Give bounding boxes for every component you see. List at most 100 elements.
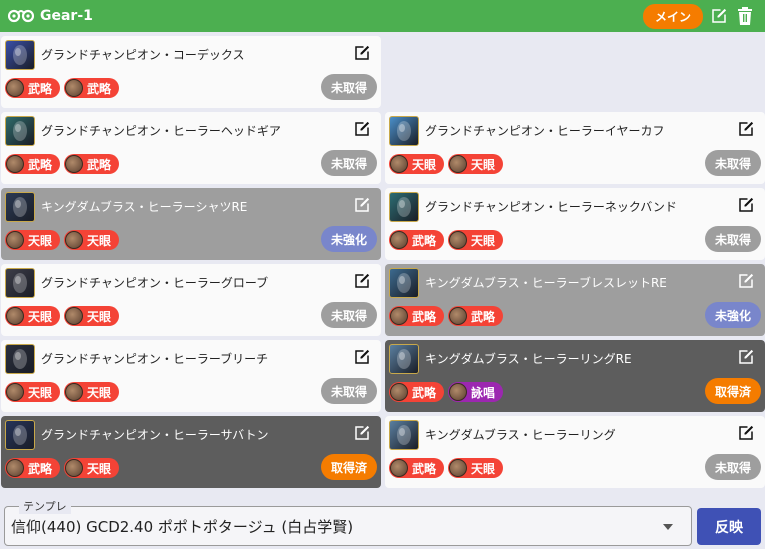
- acquisition-status-badge[interactable]: 未強化: [320, 226, 377, 252]
- materia-icon: [390, 383, 408, 401]
- materia-slots: 武略 詠唱: [389, 382, 504, 402]
- edit-gear-icon[interactable]: [737, 196, 755, 214]
- acquisition-status-badge[interactable]: 未強化: [704, 302, 761, 328]
- materia-icon: [6, 307, 24, 325]
- acquisition-status-badge[interactable]: 未取得: [320, 302, 377, 328]
- acquisition-status-badge[interactable]: 未取得: [320, 378, 377, 404]
- materia-chip[interactable]: 天眼: [64, 382, 120, 402]
- materia-icon: [390, 231, 408, 249]
- acquisition-status-badge[interactable]: 未取得: [704, 454, 761, 480]
- materia-label: 天眼: [87, 233, 112, 248]
- materia-chip[interactable]: 武略: [389, 230, 445, 250]
- materia-chip[interactable]: 天眼: [448, 458, 504, 478]
- gear-name: グランドチャンピオン・ヒーラーイヤーカフ: [425, 124, 665, 138]
- materia-chip[interactable]: 天眼: [448, 154, 504, 174]
- edit-gear-icon[interactable]: [353, 120, 371, 138]
- materia-slots: 武略 天眼: [5, 458, 120, 478]
- materia-icon: [6, 155, 24, 173]
- edit-gear-icon[interactable]: [353, 44, 371, 62]
- gear-card[interactable]: グランドチャンピオン・ヒーラーネックバンド 武略 天眼 未取得: [385, 188, 765, 260]
- template-select[interactable]: テンプレ 信仰(440) GCD2.40 ポポトポタージュ (白占学賢): [4, 498, 692, 546]
- materia-chip[interactable]: 武略: [64, 154, 120, 174]
- ring-icon: [389, 420, 419, 450]
- apply-button[interactable]: 反映: [697, 508, 761, 545]
- gear-card[interactable]: グランドチャンピオン・ヒーラーイヤーカフ天眼 天眼 未取得: [385, 112, 765, 184]
- earcuff-icon: [389, 116, 419, 146]
- materia-chip[interactable]: 天眼: [448, 230, 504, 250]
- materia-label: 武略: [28, 157, 53, 172]
- edit-gear-icon[interactable]: [353, 348, 371, 366]
- materia-label: 武略: [412, 233, 437, 248]
- gear-card[interactable]: グランドチャンピオン・ヒーラーブリーチ天眼 天眼 未取得: [1, 340, 381, 412]
- materia-chip[interactable]: 武略: [5, 458, 61, 478]
- main-badge-button[interactable]: メイン: [642, 3, 703, 29]
- headgear-icon: [5, 116, 35, 146]
- materia-slots: 天眼 天眼: [389, 154, 504, 174]
- edit-gear-icon[interactable]: [353, 196, 371, 214]
- dropdown-arrow-icon[interactable]: [663, 524, 673, 530]
- acquisition-status-badge[interactable]: 未取得: [704, 150, 761, 176]
- delete-gearset-icon[interactable]: [735, 6, 755, 26]
- template-label: テンプレ: [19, 498, 71, 514]
- materia-icon: [449, 307, 468, 325]
- gear-card[interactable]: グランドチャンピオン・ヒーラーヘッドギア 武略 武略 未取得: [1, 112, 381, 184]
- gear-card[interactable]: キングダムブラス・ヒーラーシャツRE 天眼 天眼 未強化: [1, 188, 381, 260]
- gearset-header: Gear-1 メイン: [0, 0, 765, 32]
- materia-chip[interactable]: 武略: [448, 306, 504, 326]
- gear-name: キングダムブラス・ヒーラーブレスレットRE: [425, 276, 667, 290]
- materia-chip[interactable]: 武略: [5, 154, 61, 174]
- materia-chip[interactable]: 天眼: [5, 306, 61, 326]
- materia-label: 武略: [412, 309, 437, 324]
- gear-name: グランドチャンピオン・ヒーラーブリーチ: [41, 352, 269, 366]
- gear-card[interactable]: キングダムブラス・ヒーラーリング武略 天眼 未取得: [385, 416, 765, 488]
- edit-gear-icon[interactable]: [737, 348, 755, 366]
- gear-card[interactable]: グランドチャンピオン・ヒーラーサバトン武略 天眼 取得済: [1, 416, 381, 488]
- materia-chip[interactable]: 武略: [5, 78, 61, 98]
- acquisition-status-badge[interactable]: 未取得: [704, 226, 761, 252]
- materia-icon: [390, 155, 408, 173]
- acquisition-status-badge[interactable]: 取得済: [320, 454, 377, 480]
- materia-label: 武略: [28, 461, 53, 476]
- acquisition-status-badge[interactable]: 未取得: [320, 150, 377, 176]
- acquisition-status-badge[interactable]: 取得済: [704, 378, 761, 404]
- edit-gear-icon[interactable]: [353, 272, 371, 290]
- materia-chip[interactable]: 天眼: [64, 230, 120, 250]
- materia-label: 詠唱: [471, 385, 496, 400]
- edit-gear-icon[interactable]: [737, 120, 755, 138]
- materia-chip[interactable]: 武略: [389, 306, 445, 326]
- ring-icon: [389, 344, 419, 374]
- materia-chip[interactable]: 天眼: [5, 382, 61, 402]
- materia-label: 武略: [87, 157, 112, 172]
- materia-chip[interactable]: 天眼: [5, 230, 61, 250]
- materia-chip[interactable]: 武略: [64, 78, 120, 98]
- gear-name: キングダムブラス・ヒーラーリング: [425, 428, 616, 442]
- materia-chip[interactable]: 天眼: [64, 306, 120, 326]
- gear-name: グランドチャンピオン・ヒーラーグローブ: [41, 276, 269, 290]
- materia-slots: 天眼 天眼: [5, 230, 120, 250]
- edit-gear-icon[interactable]: [353, 424, 371, 442]
- gear-card[interactable]: グランドチャンピオン・コーデックス 武略 武略 未取得: [1, 36, 381, 108]
- materia-label: 天眼: [412, 157, 437, 172]
- edit-gear-icon[interactable]: [737, 424, 755, 442]
- materia-label: 天眼: [28, 309, 53, 324]
- materia-chip[interactable]: 武略: [389, 382, 445, 402]
- gear-card[interactable]: キングダムブラス・ヒーラーブレスレットRE 武略 武略 未強化: [385, 264, 765, 336]
- materia-label: 武略: [471, 309, 496, 324]
- materia-chip[interactable]: 天眼: [64, 458, 120, 478]
- gear-card[interactable]: グランドチャンピオン・ヒーラーグローブ天眼 天眼 未取得: [1, 264, 381, 336]
- materia-icon: [6, 79, 24, 97]
- edit-gearset-icon[interactable]: [709, 6, 729, 26]
- materia-icon: [449, 459, 468, 477]
- materia-label: 天眼: [28, 233, 53, 248]
- materia-chip[interactable]: 武略: [389, 458, 445, 478]
- materia-chip[interactable]: 詠唱: [448, 382, 504, 402]
- materia-slots: 武略 天眼: [389, 230, 504, 250]
- gear-name: グランドチャンピオン・ヒーラーサバトン: [41, 428, 269, 442]
- gear-card[interactable]: キングダムブラス・ヒーラーリングRE 武略 詠唱 取得済: [385, 340, 765, 412]
- acquisition-status-badge[interactable]: 未取得: [320, 74, 377, 100]
- edit-gear-icon[interactable]: [737, 272, 755, 290]
- materia-chip[interactable]: 天眼: [389, 154, 445, 174]
- materia-icon: [6, 231, 24, 249]
- materia-label: 天眼: [471, 157, 496, 172]
- materia-icon: [65, 459, 84, 477]
